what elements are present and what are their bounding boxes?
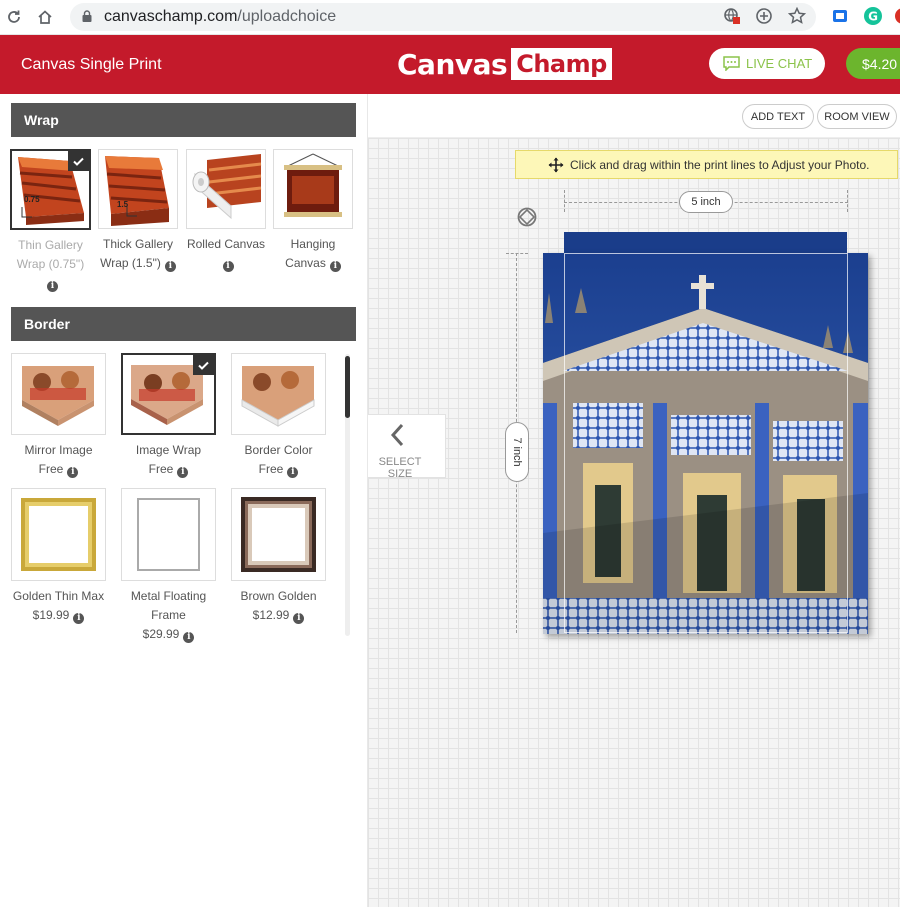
wrap-option-hanging-canvas[interactable]: Hanging Canvas i: [273, 149, 353, 273]
rotate-icon[interactable]: [516, 206, 538, 228]
reload-icon[interactable]: [2, 5, 26, 29]
translate-icon[interactable]: [721, 5, 743, 27]
chat-icon: [723, 56, 740, 71]
star-icon[interactable]: [786, 5, 808, 27]
border-thumb-golden: [11, 488, 106, 581]
info-icon[interactable]: i: [329, 261, 341, 272]
info-icon[interactable]: i: [293, 613, 305, 624]
border-thumb-color: [231, 353, 326, 435]
border-option-label: Metal Floating Frame $29.99 i: [130, 589, 207, 643]
wrap-option-label: Thin Gallery Wrap (0.75") i: [16, 238, 85, 292]
border-thumb-brown: [231, 488, 326, 581]
wrap-thumb-rolled: [186, 149, 266, 229]
price-button[interactable]: $4.20: [846, 48, 900, 79]
extension-icon[interactable]: [829, 5, 851, 27]
info-icon[interactable]: i: [183, 632, 195, 643]
height-measure-label: 7 inch: [505, 422, 529, 482]
canvaschamp-logo[interactable]: Canvas Champ: [397, 46, 612, 82]
select-size-button[interactable]: SELECT SIZE: [368, 414, 446, 480]
width-measure-label: 5 inch: [679, 191, 733, 213]
svg-text:G: G: [868, 10, 878, 24]
grammarly-icon[interactable]: G: [862, 5, 884, 27]
border-option-label: Mirror Image Free i: [24, 443, 93, 478]
info-icon[interactable]: i: [73, 613, 85, 624]
border-thumb-metal: [121, 488, 216, 581]
page-title: Canvas Single Print: [21, 56, 162, 73]
adjust-hint-banner: Click and drag within the print lines to…: [515, 150, 898, 179]
wrap-option-label: Thick Gallery Wrap (1.5") i: [98, 235, 178, 273]
wrap-thumb-label-thick: 1.5: [117, 200, 129, 209]
chevron-left-icon: [390, 423, 404, 447]
add-circle-icon[interactable]: [753, 5, 775, 27]
wrap-option-label: Rolled Canvas i: [186, 237, 266, 272]
adjust-hint-text: Click and drag within the print lines to…: [570, 157, 870, 172]
home-icon[interactable]: [33, 5, 57, 29]
wrap-thumb-hanging: [273, 149, 353, 229]
border-option-label: Brown Golden $12.99 i: [240, 589, 317, 624]
wrap-option-thick-gallery[interactable]: 1.5 Thick Gallery Wrap (1.5") i: [98, 149, 178, 273]
border-option-label: Image Wrap Free i: [135, 443, 202, 478]
border-thumb-mirror: [11, 353, 106, 435]
wrap-heading: Wrap: [11, 103, 356, 137]
width-guide-left: [564, 190, 565, 212]
border-option-metal-floating-frame[interactable]: Metal Floating Frame $29.99 i: [121, 488, 216, 644]
border-option-label: Border Color Free i: [244, 443, 313, 478]
logo-word-canvas: Canvas: [397, 47, 508, 81]
height-guide-top: [506, 253, 528, 254]
border-heading: Border: [11, 307, 356, 341]
info-icon[interactable]: i: [67, 467, 79, 478]
border-option-image-wrap[interactable]: Image Wrap Free i: [121, 353, 216, 479]
wrap-option-label: Hanging Canvas i: [273, 235, 353, 273]
live-chat-button[interactable]: LIVE CHAT: [709, 48, 825, 79]
border-option-golden-thin-max[interactable]: Golden Thin Max $19.99 i: [11, 488, 106, 625]
logo-word-champ: Champ: [511, 48, 612, 80]
border-option-border-color[interactable]: Border Color Free i: [231, 353, 326, 479]
browser-toolbar: canvaschamp.com/uploadchoice G: [0, 0, 900, 35]
info-icon[interactable]: i: [164, 261, 176, 272]
wrap-thumb-thick: 1.5: [98, 149, 178, 229]
width-guide-right: [847, 190, 848, 212]
wrap-thumb-thin: 0.75: [10, 149, 91, 230]
info-icon[interactable]: i: [287, 467, 299, 478]
wrap-option-rolled-canvas[interactable]: Rolled Canvas i: [186, 149, 266, 273]
selected-check-icon: [68, 151, 89, 171]
wrap-option-thin-gallery[interactable]: 0.75 Thin Gallery Wrap (0.75") i: [10, 149, 91, 293]
border-option-brown-golden[interactable]: Brown Golden $12.99 i: [231, 488, 326, 625]
address-bar[interactable]: canvaschamp.com/uploadchoice: [70, 3, 816, 31]
options-panel: Wrap 0.75 Thin Gallery Wrap (0.75") i 1.…: [0, 94, 368, 907]
move-icon: [548, 157, 564, 173]
border-thumb-image-wrap: [121, 353, 216, 435]
info-icon[interactable]: i: [47, 281, 58, 292]
site-header: Canvas Single Print Canvas Champ LIVE CH…: [0, 35, 900, 94]
room-view-button[interactable]: ROOM VIEW: [817, 104, 897, 129]
url-text: canvaschamp.com/uploadchoice: [104, 8, 337, 25]
border-scrollbar-thumb[interactable]: [345, 356, 350, 418]
live-chat-label: LIVE CHAT: [746, 56, 813, 71]
info-icon[interactable]: i: [222, 261, 234, 272]
info-icon[interactable]: i: [177, 467, 189, 478]
selected-check-icon: [193, 355, 214, 375]
editor-toolbar: ADD TEXT ROOM VIEW: [368, 94, 900, 138]
wrap-thumb-label-thin: 0.75: [24, 195, 40, 204]
lock-icon: [82, 10, 92, 22]
border-option-mirror-image[interactable]: Mirror Image Free i: [11, 353, 106, 479]
photo-sky-overflow: [564, 232, 847, 254]
select-size-label: SELECT SIZE: [378, 456, 422, 480]
border-option-label: Golden Thin Max $19.99 i: [12, 589, 105, 624]
canvas-photo[interactable]: [543, 253, 868, 634]
profile-icon[interactable]: [892, 5, 900, 27]
add-text-button[interactable]: ADD TEXT: [742, 104, 814, 129]
